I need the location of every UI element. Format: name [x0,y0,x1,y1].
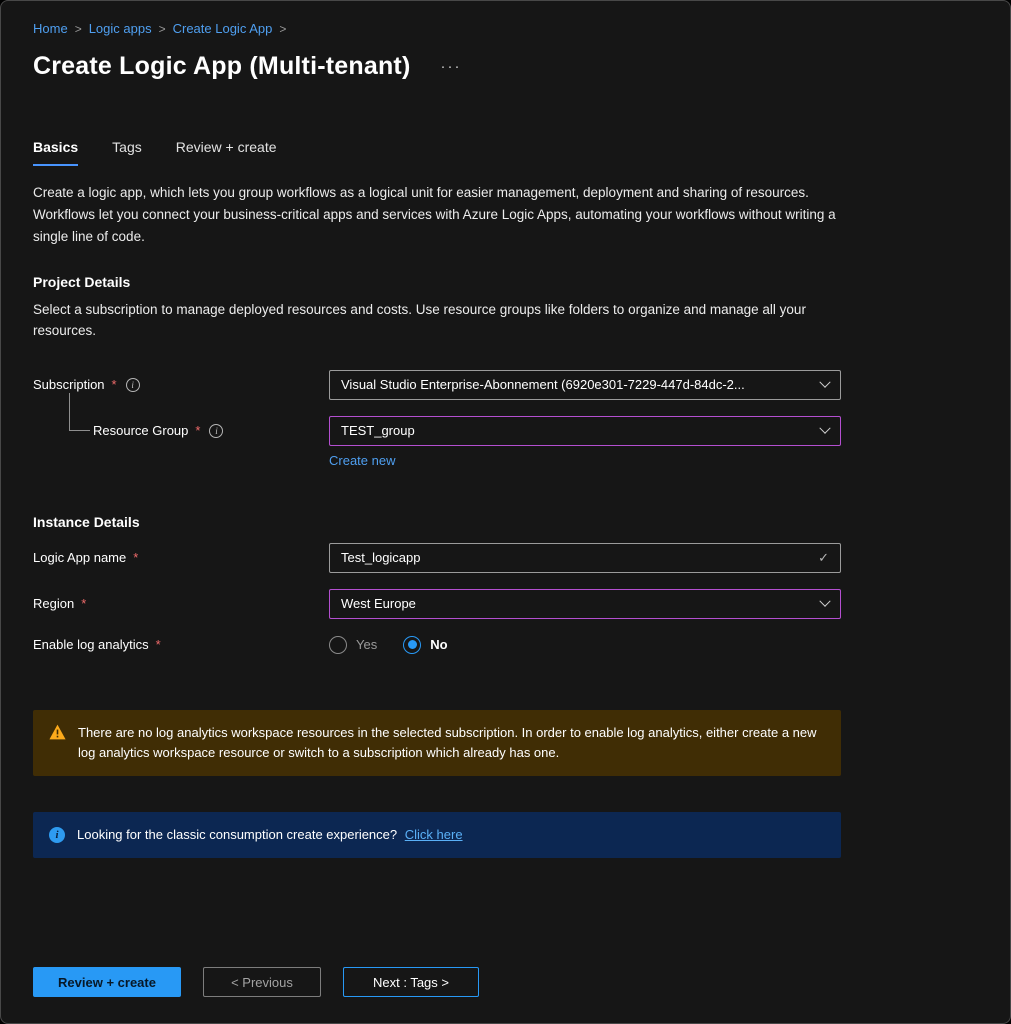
log-analytics-label-group: Enable log analytics * [33,637,329,652]
breadcrumb-separator: > [159,22,166,36]
breadcrumb-link-logic-apps[interactable]: Logic apps [89,21,152,36]
page-title: Create Logic App (Multi-tenant) [33,52,410,81]
log-analytics-label: Enable log analytics [33,637,149,652]
radio-no[interactable]: No [403,636,447,654]
subscription-label: Subscription [33,377,105,392]
logic-app-name-label: Logic App name [33,550,126,565]
logic-app-name-label-group: Logic App name * [33,550,329,565]
click-here-link[interactable]: Click here [405,827,463,842]
log-analytics-radio-group: Yes No [329,636,841,654]
footer-button-bar: Review + create < Previous Next : Tags > [33,967,479,997]
tab-tags[interactable]: Tags [112,139,142,166]
chevron-down-icon [819,595,830,606]
create-logic-app-page: Home > Logic apps > Create Logic App > C… [0,0,1011,1024]
subscription-dropdown[interactable]: Visual Studio Enterprise-Abonnement (692… [329,370,841,400]
log-analytics-row: Enable log analytics * Yes No [33,636,841,654]
radio-circle-icon [403,636,421,654]
radio-yes[interactable]: Yes [329,636,377,654]
info-icon[interactable]: i [126,378,140,392]
logic-app-name-row: Logic App name * ✓ [33,543,841,573]
breadcrumb-separator: > [279,22,286,36]
chevron-down-icon [819,376,830,387]
logic-app-name-input[interactable] [341,550,810,565]
region-dropdown[interactable]: West Europe [329,589,841,619]
project-details-heading: Project Details [33,274,841,290]
instance-details-heading: Instance Details [33,514,841,530]
info-circle-icon: i [49,827,65,843]
more-options-icon[interactable]: ··· [440,58,461,75]
radio-yes-label: Yes [356,637,377,652]
resource-group-label: Resource Group [93,423,188,438]
region-row: Region * West Europe [33,589,841,619]
review-create-button[interactable]: Review + create [33,967,181,997]
info-banner: i Looking for the classic consumption cr… [33,812,841,858]
region-label: Region [33,596,74,611]
previous-button[interactable]: < Previous [203,967,321,997]
validation-check-icon: ✓ [818,550,829,566]
subscription-row: Subscription * i Visual Studio Enterprise… [33,370,841,400]
subscription-value: Visual Studio Enterprise-Abonnement (692… [341,377,745,392]
title-row: Create Logic App (Multi-tenant) ··· [33,52,978,81]
warning-triangle-icon [49,724,66,740]
breadcrumb-link-home[interactable]: Home [33,21,68,36]
breadcrumb-separator: > [75,22,82,36]
tab-bar: Basics Tags Review + create [33,139,978,166]
breadcrumb-link-create-logic-app[interactable]: Create Logic App [173,21,273,36]
create-new-row: Create new [33,452,841,470]
required-asterisk: * [195,423,200,438]
create-new-link[interactable]: Create new [329,453,395,468]
info-banner-text: Looking for the classic consumption crea… [77,827,397,842]
warning-banner-text: There are no log analytics workspace res… [78,723,825,763]
breadcrumb: Home > Logic apps > Create Logic App > [33,21,978,36]
logic-app-name-textbox: ✓ [329,543,841,573]
resource-group-dropdown[interactable]: TEST_group [329,416,841,446]
tree-connector-line [69,393,90,431]
project-details-description: Select a subscription to manage deployed… [33,299,841,342]
chevron-down-icon [819,422,830,433]
info-banner-text-wrap: Looking for the classic consumption crea… [77,825,463,845]
tab-basics[interactable]: Basics [33,139,78,166]
required-asterisk: * [81,596,86,611]
region-value: West Europe [341,596,416,611]
tab-review-create[interactable]: Review + create [176,139,277,166]
required-asterisk: * [156,637,161,652]
required-asterisk: * [112,377,117,392]
radio-no-label: No [430,637,447,652]
radio-circle-icon [329,636,347,654]
resource-group-row: Resource Group * i TEST_group [33,416,841,446]
intro-text: Create a logic app, which lets you group… [33,182,841,248]
next-tags-button[interactable]: Next : Tags > [343,967,479,997]
form-content: Create a logic app, which lets you group… [33,182,841,858]
project-details-form: Subscription * i Visual Studio Enterprise… [33,370,841,470]
warning-banner: There are no log analytics workspace res… [33,710,841,776]
resource-group-value: TEST_group [341,423,415,438]
info-icon[interactable]: i [209,424,223,438]
required-asterisk: * [133,550,138,565]
subscription-label-group: Subscription * i [33,377,329,392]
region-label-group: Region * [33,596,329,611]
